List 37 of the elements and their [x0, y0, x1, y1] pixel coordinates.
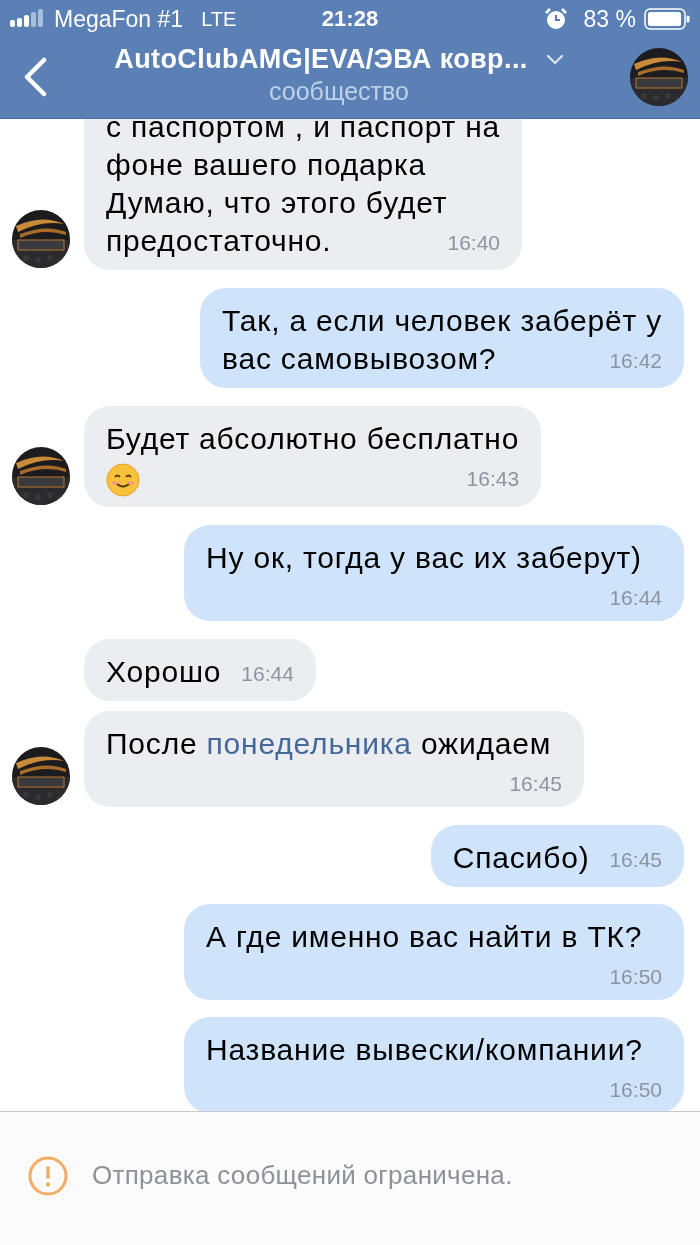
message-text: Название вывески/компании? [206, 1033, 643, 1067]
message-time: 16:43 [466, 466, 520, 492]
message-time: 16:40 [447, 230, 501, 256]
battery-icon [644, 8, 690, 30]
carrier-name: MegaFon #1 [54, 5, 184, 33]
message-text: с паспортом , и паспорт на [106, 110, 501, 143]
chat-subtitle: сообщество [269, 77, 409, 106]
message-text: Будет абсолютно бесплатно [106, 422, 520, 455]
message-text: А где именно вас найти в ТК? [206, 920, 643, 954]
back-icon[interactable] [22, 57, 48, 97]
chat-title[interactable]: AutoClubAMG|EVA/ЭВА ковр... [114, 44, 528, 75]
alarm-icon [543, 7, 568, 31]
restriction-notice: Отправка сообщений ограничена. [92, 1160, 513, 1191]
battery-percent: 83 % [583, 5, 636, 33]
message-text: предостаточно. [106, 224, 332, 257]
message-text: Ну ок, тогда у вас их заберут) [206, 541, 642, 575]
message-time: 16:50 [609, 964, 662, 991]
mention-link[interactable]: понедельника [206, 727, 412, 761]
message-text: Думаю, что этого будет [106, 186, 448, 219]
message-text: Так, а если человек заберёт у [222, 304, 662, 337]
signal-icon [10, 9, 46, 29]
message-text: фоне вашего подарка [106, 148, 427, 181]
smiley-icon [106, 463, 140, 498]
chevron-down-icon[interactable] [545, 53, 564, 66]
message-text: Хорошо [106, 655, 222, 689]
warning-icon [28, 1155, 68, 1196]
message-text: Спасибо) [452, 841, 590, 875]
message-time: 16:45 [609, 847, 662, 874]
status-time: 21:28 [321, 6, 379, 32]
message-text: После понедельника ожидаем [106, 727, 552, 761]
message-text: вас самовывозом? [222, 342, 497, 375]
network-type: LTE [201, 7, 237, 31]
message-time: 16:45 [509, 771, 562, 798]
message-time: 16:44 [241, 661, 294, 688]
message-time: 16:42 [609, 348, 662, 374]
message-time: 16:50 [609, 1077, 662, 1104]
message-time: 16:44 [609, 585, 662, 612]
